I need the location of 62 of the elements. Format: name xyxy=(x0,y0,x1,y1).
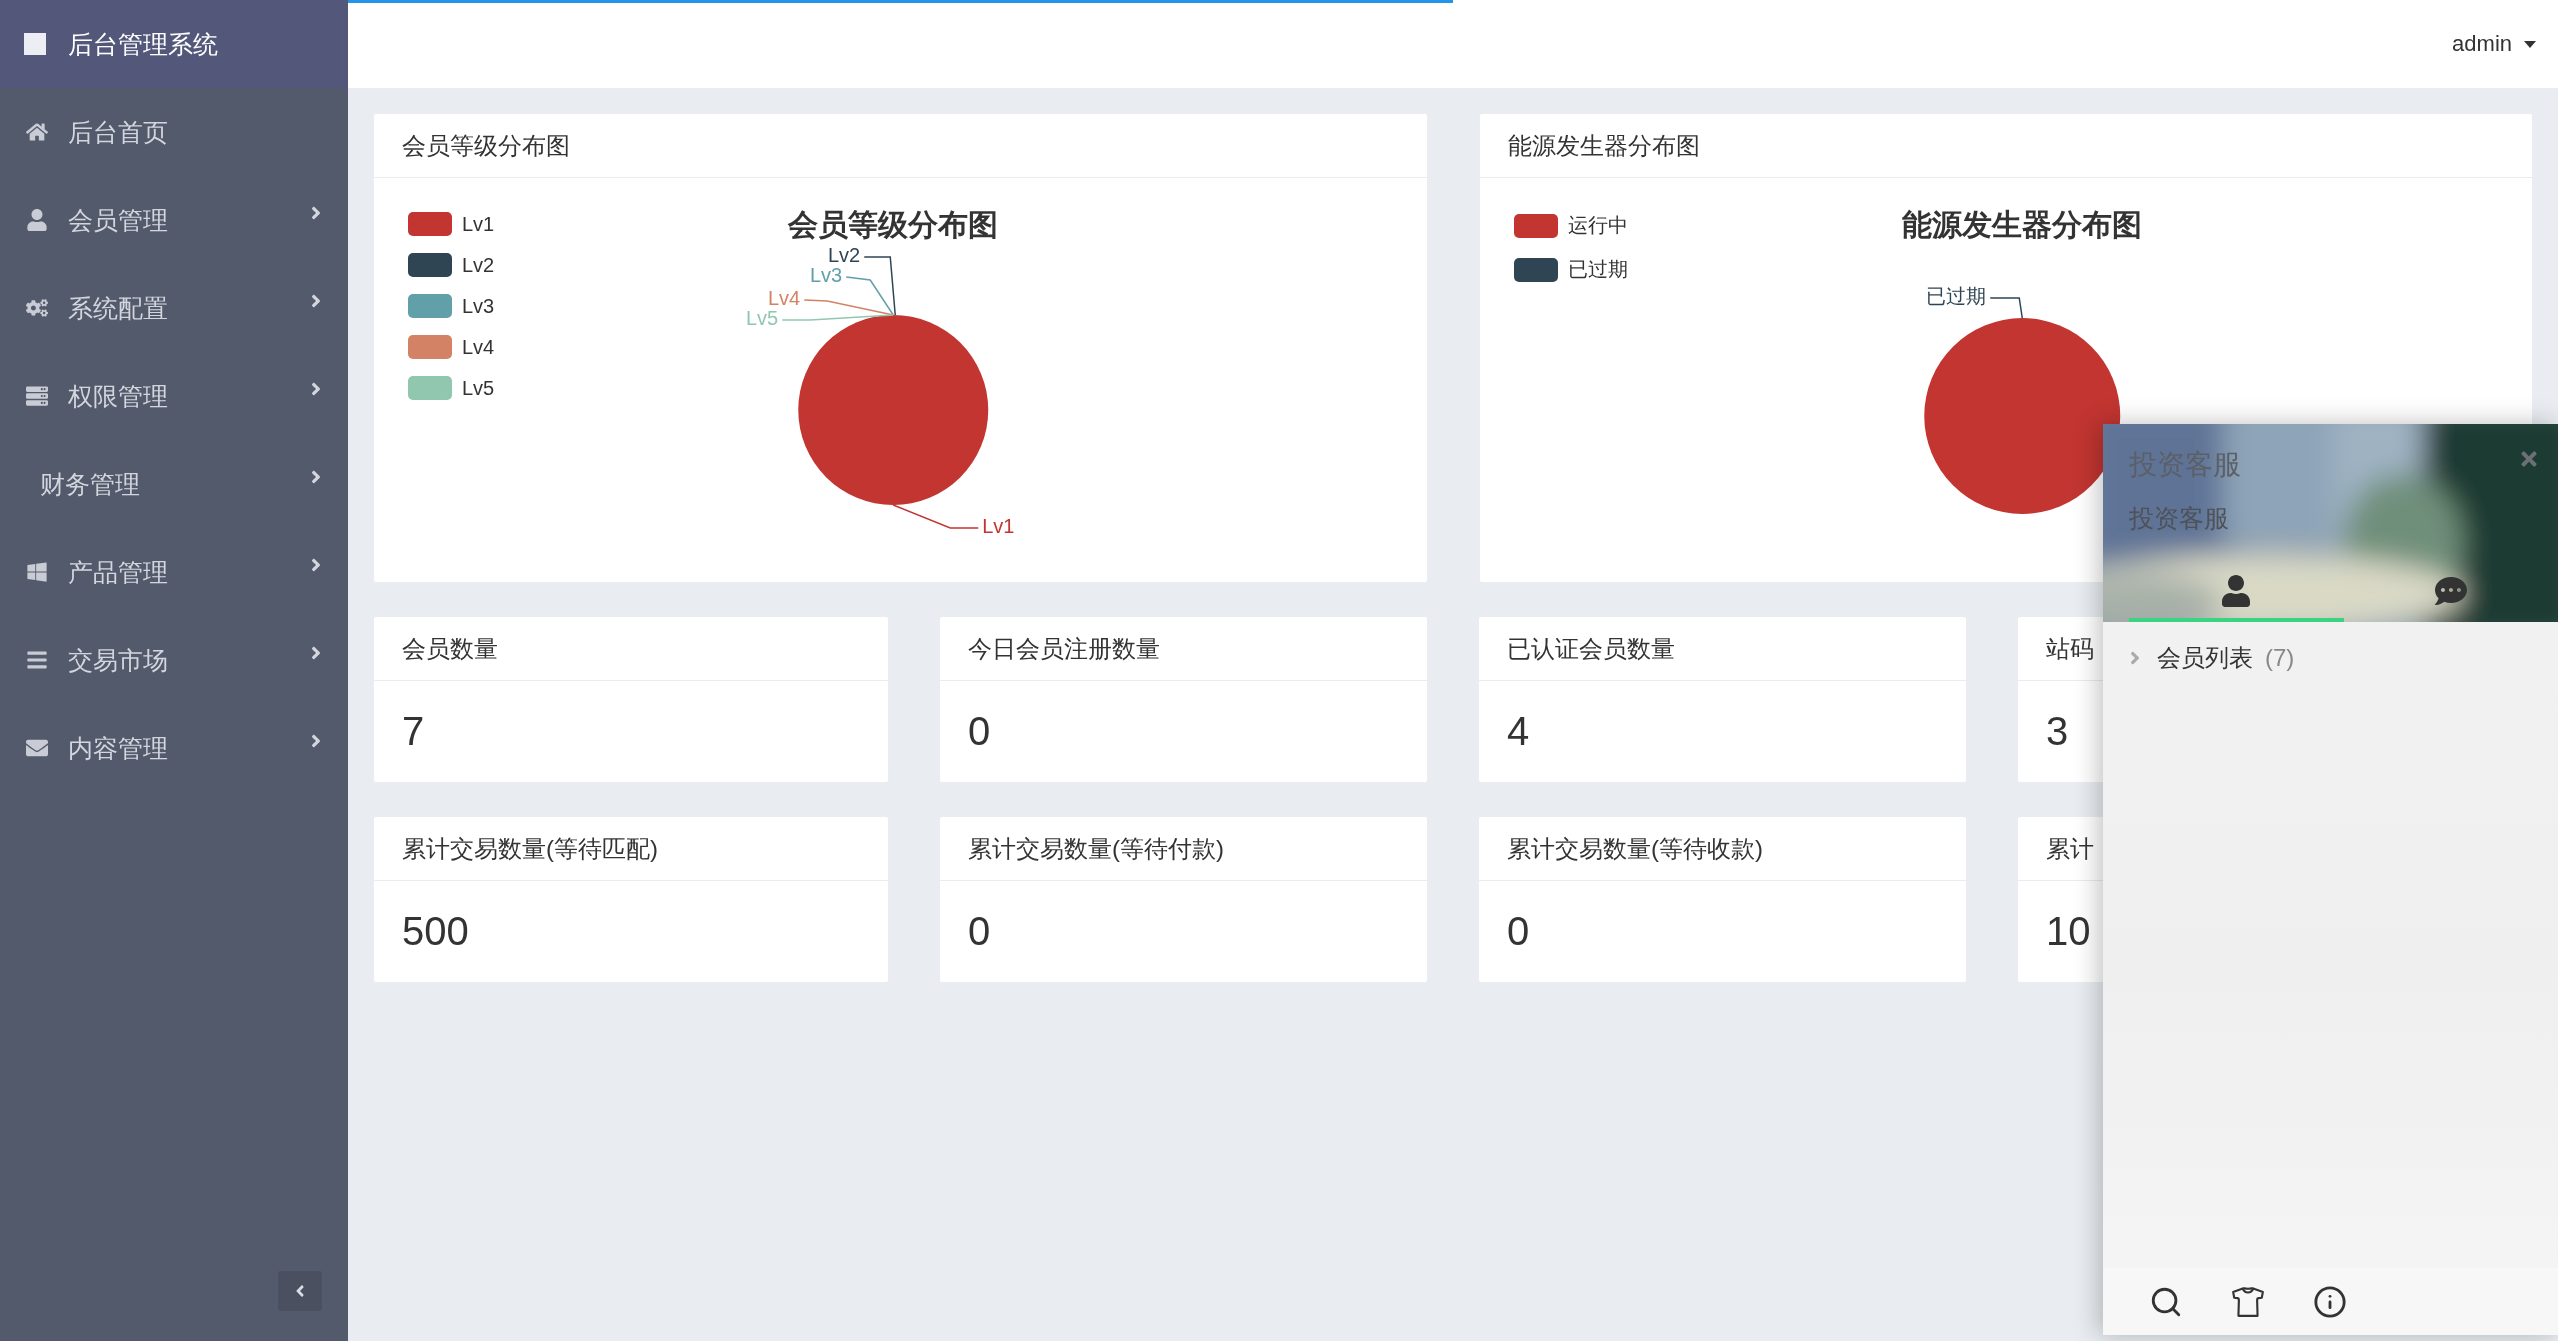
stat-value: 7 xyxy=(402,709,425,754)
sidebar-item[interactable]: 权限管理 xyxy=(0,352,348,440)
gears-icon xyxy=(24,297,50,319)
stat-value: 4 xyxy=(1507,709,1530,754)
legend-item[interactable]: Lv3 xyxy=(408,294,495,318)
legend-item[interactable]: Lv5 xyxy=(408,376,495,400)
person-icon xyxy=(2220,575,2253,607)
stat-label: 累计交易数量(等待付款) xyxy=(968,833,1224,864)
slice-label: Lv3 xyxy=(810,264,843,287)
stat-value: 0 xyxy=(1507,909,1530,954)
user-menu[interactable]: admin xyxy=(2452,31,2536,57)
envelope-icon xyxy=(24,737,50,759)
shirt-icon[interactable] xyxy=(2231,1284,2265,1319)
panel-subtitle: 投资客服 xyxy=(2129,503,2230,534)
home-icon xyxy=(24,121,50,143)
card-title: 能源发生器分布图 xyxy=(1507,130,1700,161)
group-label: 会员列表 xyxy=(2157,643,2253,673)
stat-value: 0 xyxy=(968,909,991,954)
stat-value: 10 xyxy=(2046,909,2091,954)
stat-label: 累计交易数量(等待匹配) xyxy=(402,833,658,864)
info-icon[interactable] xyxy=(2313,1284,2347,1319)
chart-title: 会员等级分布图 xyxy=(788,207,999,241)
slice-label: Lv4 xyxy=(768,287,801,310)
sidebar-item[interactable]: 内容管理 xyxy=(0,704,348,792)
grid-icon xyxy=(24,561,50,583)
legend-item[interactable]: 运行中 xyxy=(1513,212,1628,239)
sidebar-item[interactable]: 系统配置 xyxy=(0,264,348,352)
slice-label: Lv5 xyxy=(746,307,779,330)
sidebar-item[interactable]: 后台首页 xyxy=(0,88,348,176)
stat-label: 已认证会员数量 xyxy=(1507,633,1675,664)
caret-icon xyxy=(2524,40,2536,48)
legend-item[interactable]: Lv2 xyxy=(408,253,495,277)
sidebar-item[interactable]: 财务管理 xyxy=(0,440,348,528)
legend-item[interactable]: Lv4 xyxy=(408,335,495,359)
group-count: (7) xyxy=(2265,644,2295,672)
collapse-button[interactable] xyxy=(278,1271,322,1311)
legend-item[interactable]: 已过期 xyxy=(1513,256,1628,283)
app-title: 后台管理系统 xyxy=(68,28,218,60)
menu-icon xyxy=(24,649,50,671)
legend-item[interactable]: Lv1 xyxy=(408,212,495,236)
sidebar-item[interactable]: 会员管理 xyxy=(0,176,348,264)
contact-group[interactable]: 会员列表 (7) xyxy=(2103,622,2558,674)
user-icon xyxy=(24,209,50,231)
stat-label: 累计 xyxy=(2046,833,2094,864)
sidebar-item[interactable]: 交易市场 xyxy=(0,616,348,704)
stat-value: 500 xyxy=(402,909,469,954)
square-icon xyxy=(24,33,46,55)
server-icon xyxy=(24,385,50,407)
stat-label: 会员数量 xyxy=(402,633,498,664)
stat-label: 站码 xyxy=(2046,633,2094,664)
card-title: 会员等级分布图 xyxy=(402,130,570,161)
stat-value: 3 xyxy=(2046,709,2069,754)
slice-label: 已过期 xyxy=(1925,285,1986,308)
stat-label: 今日会员注册数量 xyxy=(968,633,1160,664)
sidebar-item[interactable]: 产品管理 xyxy=(0,528,348,616)
leader-line xyxy=(1989,297,2023,319)
slice-label: Lv2 xyxy=(828,244,861,267)
chart-title: 能源发生器分布图 xyxy=(1901,207,2142,241)
stat-value: 0 xyxy=(968,709,991,754)
slice-label: Lv1 xyxy=(982,515,1015,538)
chat-icon xyxy=(2434,575,2467,607)
stat-label: 累计交易数量(等待收款) xyxy=(1507,833,1763,864)
